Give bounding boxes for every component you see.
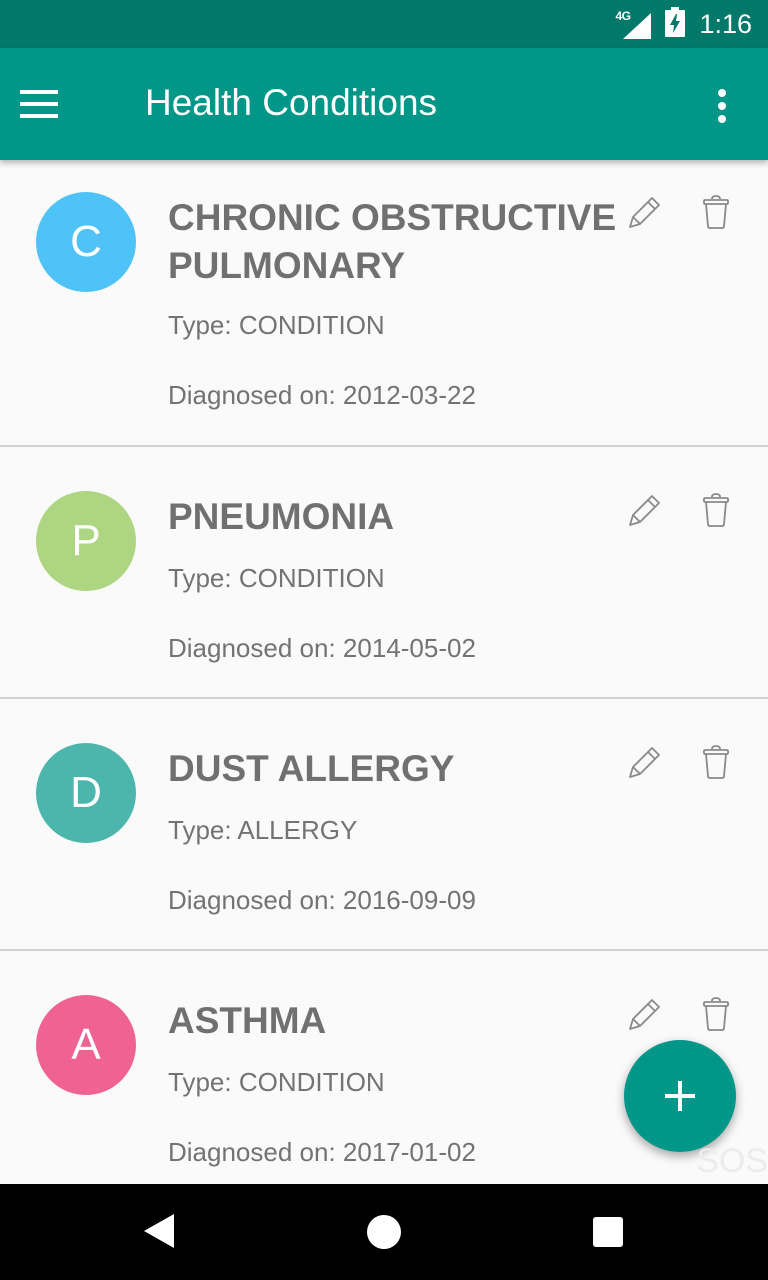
recents-icon[interactable] (593, 1217, 623, 1247)
status-bar: 4G 1:16 (0, 0, 768, 48)
condition-diagnosed-date: Diagnosed on: 2014-05-02 (168, 633, 476, 663)
delete-icon[interactable] (701, 745, 731, 779)
plus-icon (665, 1081, 695, 1111)
condition-card[interactable]: P PNEUMONIA Type: CONDITION Diagnosed on… (0, 447, 768, 699)
edit-icon[interactable] (626, 493, 662, 529)
condition-avatar: P (36, 491, 136, 591)
home-icon[interactable] (367, 1215, 401, 1249)
condition-type: Type: ALLERGY (168, 815, 358, 845)
back-icon[interactable] (144, 1214, 176, 1248)
delete-icon[interactable] (701, 195, 731, 229)
edit-icon[interactable] (626, 997, 662, 1033)
hamburger-icon (20, 90, 58, 118)
edit-icon[interactable] (626, 195, 662, 231)
sos-label: SOS (696, 1142, 768, 1180)
delete-icon[interactable] (701, 997, 731, 1031)
condition-card[interactable]: C CHRONIC OBSTRUCTIVE PULMONARY Type: CO… (0, 160, 768, 447)
menu-button[interactable] (20, 76, 92, 132)
condition-card[interactable]: D DUST ALLERGY Type: ALLERGY Diagnosed o… (0, 699, 768, 951)
more-vert-icon (718, 89, 726, 123)
edit-icon[interactable] (626, 745, 662, 781)
delete-icon[interactable] (701, 493, 731, 527)
condition-name: DUST ALLERGY (168, 748, 455, 789)
condition-type: Type: CONDITION (168, 1067, 385, 1097)
condition-type: Type: CONDITION (168, 563, 385, 593)
signal-icon: 4G (615, 9, 652, 39)
condition-diagnosed-date: Diagnosed on: 2016-09-09 (168, 885, 476, 915)
app-bar: Health Conditions (0, 48, 768, 160)
condition-name: ASTHMA (168, 1000, 327, 1041)
condition-avatar: D (36, 743, 136, 843)
condition-name: PNEUMONIA (168, 496, 395, 537)
clock: 1:16 (699, 8, 752, 39)
condition-diagnosed-date: Diagnosed on: 2012-03-22 (168, 380, 476, 410)
add-condition-button[interactable] (624, 1040, 736, 1152)
condition-avatar: C (36, 192, 136, 292)
battery-icon (665, 6, 686, 42)
overflow-menu-button[interactable] (698, 78, 746, 134)
condition-avatar: A (36, 995, 136, 1095)
page-title: Health Conditions (145, 82, 438, 123)
conditions-list: C CHRONIC OBSTRUCTIVE PULMONARY Type: CO… (0, 160, 768, 1184)
condition-name: CHRONIC OBSTRUCTIVE PULMONARY (168, 197, 617, 286)
condition-type: Type: CONDITION (168, 310, 385, 340)
condition-diagnosed-date: Diagnosed on: 2017-01-02 (168, 1137, 476, 1167)
